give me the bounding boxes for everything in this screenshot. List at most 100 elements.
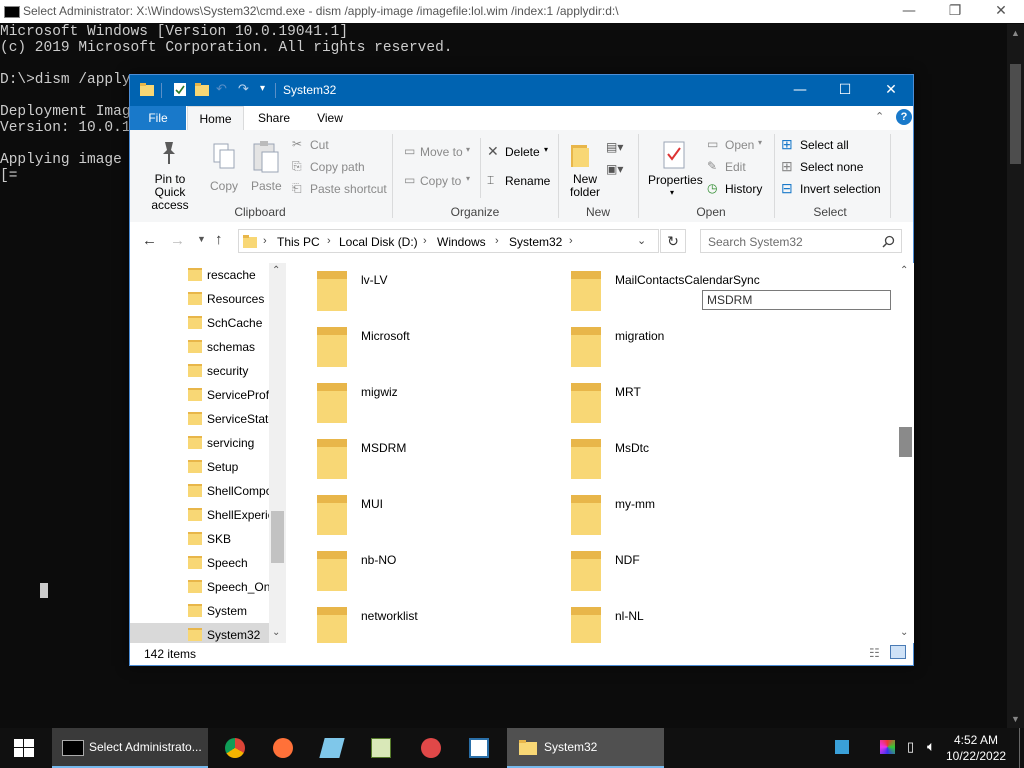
- clock-date[interactable]: 10/22/2022: [946, 749, 1006, 763]
- volume-icon[interactable]: 🔈︎: [927, 738, 935, 755]
- new-folder-icon[interactable]: [195, 83, 209, 96]
- open-button[interactable]: ▭ Open ▾: [706, 137, 770, 155]
- move-to-button[interactable]: ▭ Move to ▾: [402, 144, 476, 162]
- nav-item[interactable]: rescache: [130, 263, 269, 287]
- chevron-right-icon[interactable]: ›: [423, 235, 427, 247]
- details-view-icon[interactable]: ☷: [869, 646, 880, 660]
- properties-button[interactable]: Properties ▾: [644, 136, 704, 202]
- show-desktop-button[interactable]: [1019, 728, 1020, 768]
- folder-item[interactable]: networklist: [287, 599, 527, 649]
- address-input[interactable]: › This PC › Local Disk (D:) › Windows › …: [238, 229, 659, 253]
- delete-button[interactable]: ✕ Delete ▾: [486, 143, 554, 162]
- scroll-up-icon[interactable]: ⌃: [900, 265, 908, 276]
- nav-item[interactable]: Setup: [130, 455, 269, 479]
- taskbar-explorer-button[interactable]: System32: [507, 728, 664, 768]
- close-icon[interactable]: ✕: [868, 75, 914, 106]
- nav-item[interactable]: ServiceState: [130, 407, 269, 431]
- tab-share[interactable]: Share: [250, 106, 298, 130]
- tab-view[interactable]: View: [306, 106, 354, 130]
- nav-item[interactable]: Resources: [130, 287, 269, 311]
- edit-button[interactable]: ✎ Edit: [706, 159, 770, 177]
- help-icon[interactable]: ?: [896, 109, 912, 125]
- minimize-icon[interactable]: —: [777, 75, 823, 106]
- nav-item[interactable]: SKB: [130, 527, 269, 551]
- usb-icon[interactable]: ▯: [907, 739, 914, 755]
- nav-item[interactable]: ServiceProfi: [130, 383, 269, 407]
- tab-file[interactable]: File: [130, 106, 186, 130]
- firefox-icon[interactable]: [273, 738, 293, 758]
- properties-icon[interactable]: [173, 83, 187, 96]
- scrollbar-thumb[interactable]: [899, 427, 912, 457]
- color-icon[interactable]: [880, 740, 895, 754]
- search-icon[interactable]: [882, 235, 895, 248]
- collapse-ribbon-icon[interactable]: ⌃: [875, 110, 884, 123]
- copy-path-button[interactable]: ⎘ Copy path: [290, 159, 386, 177]
- minimize-icon[interactable]: —: [886, 0, 932, 23]
- chevron-right-icon[interactable]: ›: [569, 235, 573, 247]
- paste-button[interactable]: Paste: [246, 136, 286, 202]
- pin-to-quick-access-button[interactable]: Pin to Quick access: [136, 136, 202, 212]
- folder-item[interactable]: nl-NL: [541, 599, 781, 649]
- console-scrollbar[interactable]: ▲ ▼: [1007, 24, 1024, 728]
- folder-item[interactable]: MSDRM: [287, 431, 527, 481]
- folder-item[interactable]: my-mm: [541, 487, 781, 537]
- maximize-icon[interactable]: ☐: [822, 75, 868, 106]
- paint-icon[interactable]: [421, 738, 441, 758]
- large-icons-view-icon[interactable]: [890, 645, 906, 659]
- folder-item[interactable]: migration: [541, 319, 781, 369]
- folder-item[interactable]: MUI: [287, 487, 527, 537]
- breadcrumb-system32[interactable]: System32: [509, 235, 562, 249]
- chevron-right-icon[interactable]: ›: [263, 235, 267, 247]
- notepad-icon[interactable]: [371, 738, 391, 758]
- select-all-button[interactable]: ⊞ Select all: [780, 136, 890, 155]
- nav-item[interactable]: SchCache: [130, 311, 269, 335]
- scroll-down-icon[interactable]: ⌄: [272, 627, 280, 638]
- network-share-icon[interactable]: [835, 740, 849, 754]
- copy-button[interactable]: Copy: [206, 136, 242, 202]
- back-icon[interactable]: ←: [142, 232, 157, 249]
- folder-item[interactable]: nb-NO: [287, 543, 527, 593]
- maximize-icon[interactable]: ❐: [932, 0, 978, 23]
- close-icon[interactable]: ✕: [978, 0, 1024, 23]
- select-none-button[interactable]: ⊞ Select none: [780, 158, 890, 177]
- folder-item[interactable]: Microsoft: [287, 319, 527, 369]
- explorer-title-bar[interactable]: ↶ ↷ ▾ System32 — ☐ ✕: [130, 75, 913, 106]
- undo-icon[interactable]: ↶: [216, 81, 227, 97]
- nav-item[interactable]: security: [130, 359, 269, 383]
- search-input[interactable]: Search System32: [700, 229, 902, 253]
- up-icon[interactable]: ↑: [215, 231, 223, 248]
- start-icon[interactable]: [14, 739, 34, 757]
- nav-item[interactable]: schemas: [130, 335, 269, 359]
- nav-scrollbar[interactable]: ⌃ ⌄: [269, 263, 286, 643]
- nav-item[interactable]: Speech: [130, 551, 269, 575]
- paste-shortcut-button[interactable]: ⎗ Paste shortcut: [290, 181, 390, 199]
- nav-item[interactable]: System: [130, 599, 269, 623]
- forward-icon[interactable]: →: [170, 232, 185, 249]
- tab-home[interactable]: Home: [187, 106, 244, 130]
- folder-item[interactable]: MsDtc: [541, 431, 781, 481]
- invert-selection-button[interactable]: ⊟ Invert selection: [780, 180, 890, 199]
- scrollbar-thumb[interactable]: [271, 511, 284, 563]
- taskbar-cmd-button[interactable]: Select Administrato...: [52, 728, 208, 768]
- scroll-down-icon[interactable]: ⌄: [900, 627, 908, 638]
- breadcrumb-this-pc[interactable]: This PC: [277, 235, 320, 249]
- clock-time[interactable]: 4:52 AM: [946, 733, 1006, 747]
- chrome-icon[interactable]: [225, 738, 245, 758]
- redo-icon[interactable]: ↷: [238, 81, 249, 97]
- cut-button[interactable]: ✂ Cut: [290, 137, 386, 155]
- chevron-down-icon[interactable]: ⌄: [637, 234, 646, 247]
- folder-item[interactable]: MRT: [541, 375, 781, 425]
- nav-item[interactable]: servicing: [130, 431, 269, 455]
- easy-access-button[interactable]: ▣▾: [606, 162, 634, 180]
- content-scrollbar[interactable]: ⌃ ⌄: [897, 263, 914, 643]
- folder-item[interactable]: NDF: [541, 543, 781, 593]
- rename-input[interactable]: MSDRM: [702, 290, 891, 310]
- app-icon[interactable]: [469, 738, 489, 758]
- navigation-pane[interactable]: rescache Resources SchCache schemas secu…: [130, 263, 286, 643]
- rename-button[interactable]: ⌶ Rename: [486, 173, 554, 191]
- scroll-up-icon[interactable]: ⌃: [272, 265, 280, 276]
- folder-item[interactable]: migwiz: [287, 375, 527, 425]
- refresh-icon[interactable]: ↻: [660, 229, 686, 253]
- breadcrumb-local-disk[interactable]: Local Disk (D:): [339, 235, 418, 249]
- chevron-right-icon[interactable]: ›: [495, 235, 499, 247]
